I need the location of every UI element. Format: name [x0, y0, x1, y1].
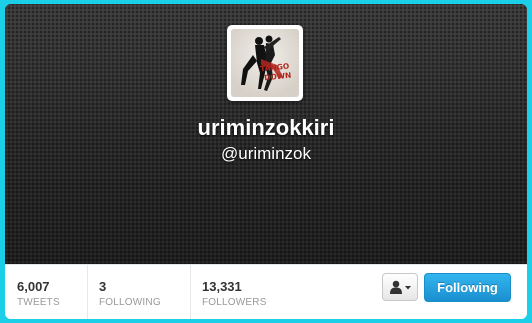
profile-card: TANGO DOWN uriminzokkiri @uriminzok 6,00…: [5, 4, 527, 319]
stat-following[interactable]: 3 FOLLOWING: [87, 265, 191, 319]
user-icon: [390, 280, 411, 294]
stat-followers[interactable]: 13,331 FOLLOWERS: [190, 265, 293, 319]
stat-followers-count: 13,331: [202, 279, 242, 294]
caret-down-icon: [405, 286, 411, 290]
user-actions-dropdown-button[interactable]: [382, 273, 418, 301]
stat-tweets-label: TWEETS: [17, 297, 60, 308]
stat-tweets-count: 6,007: [17, 279, 50, 294]
stat-tweets[interactable]: 6,007 TWEETS: [5, 265, 88, 319]
stat-following-count: 3: [99, 279, 107, 294]
stat-following-label: FOLLOWING: [99, 297, 161, 308]
profile-avatar[interactable]: TANGO DOWN: [227, 25, 303, 101]
avatar-image: TANGO DOWN: [231, 29, 299, 97]
profile-name[interactable]: uriminzokkiri: [5, 115, 527, 141]
profile-screen-name[interactable]: @uriminzok: [5, 144, 527, 164]
following-button[interactable]: Following: [424, 273, 511, 302]
stat-followers-label: FOLLOWERS: [202, 297, 267, 308]
profile-header: TANGO DOWN uriminzokkiri @uriminzok: [5, 4, 527, 264]
